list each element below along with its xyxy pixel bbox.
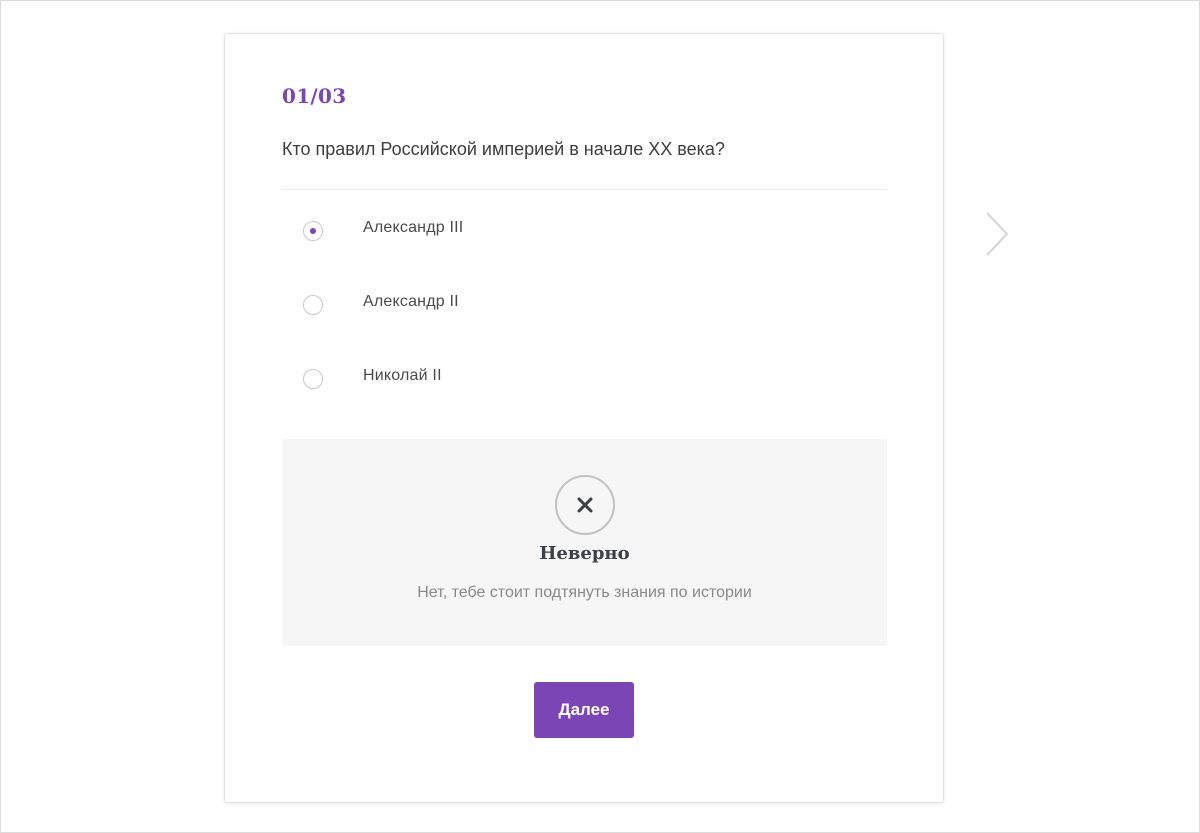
radio-button[interactable] bbox=[303, 369, 323, 389]
page-frame: 01/03 Кто правил Российской империей в н… bbox=[0, 0, 1200, 833]
result-text: Нет, тебе стоит подтянуть знания по исто… bbox=[417, 584, 752, 601]
result-badge bbox=[555, 475, 615, 535]
chevron-right-icon bbox=[986, 212, 1009, 256]
divider bbox=[282, 189, 887, 190]
answer-option-label: Николай II bbox=[363, 367, 442, 384]
feedback-panel: Неверно Нет, тебе стоит подтянуть знания… bbox=[282, 439, 887, 646]
question-text: Кто правил Российской империей в начале … bbox=[282, 139, 725, 159]
next-button[interactable]: Далее bbox=[534, 682, 634, 738]
question-counter: 01/03 bbox=[282, 84, 347, 108]
radio-button[interactable] bbox=[303, 295, 323, 315]
radio-button-checked[interactable] bbox=[303, 221, 323, 241]
result-title: Неверно bbox=[539, 543, 630, 564]
answer-option-2[interactable]: Александр II bbox=[282, 286, 887, 326]
close-icon bbox=[577, 497, 593, 513]
answer-option-1[interactable]: Александр III bbox=[282, 212, 887, 252]
quiz-card: 01/03 Кто правил Российской империей в н… bbox=[224, 33, 944, 803]
next-question-arrow[interactable] bbox=[983, 211, 1011, 257]
answer-option-label: Александр II bbox=[363, 293, 459, 310]
answer-option-label: Александр III bbox=[363, 219, 464, 236]
answer-option-3[interactable]: Николай II bbox=[282, 360, 887, 400]
